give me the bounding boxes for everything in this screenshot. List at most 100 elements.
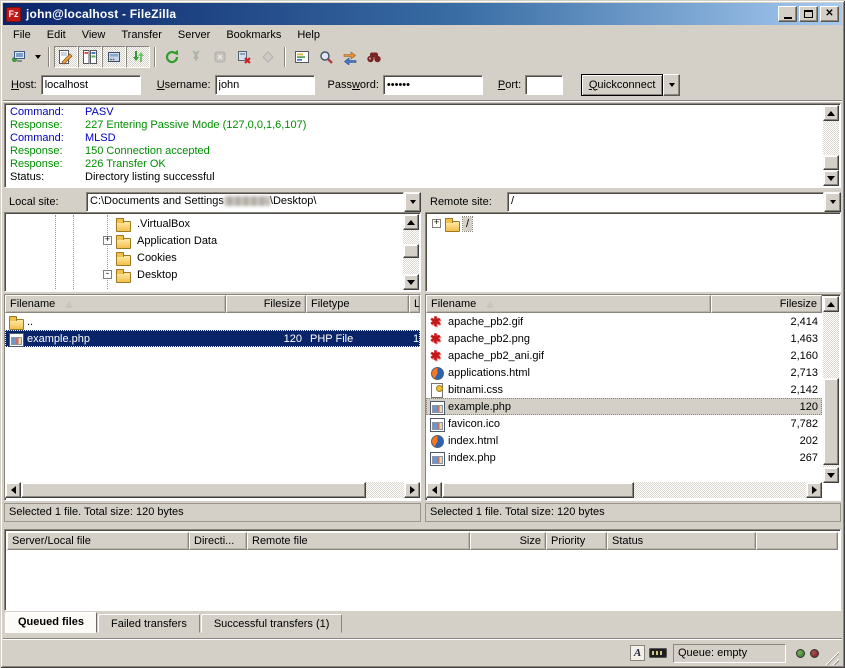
toggle-tree-views-button[interactable] <box>78 46 102 68</box>
username-input[interactable] <box>215 75 315 95</box>
process-queue-button[interactable] <box>184 46 208 68</box>
activity-led-green-icon <box>796 649 805 658</box>
refresh-button[interactable] <box>160 46 184 68</box>
expander-icon[interactable]: + <box>103 236 112 245</box>
menu-bookmarks[interactable]: Bookmarks <box>218 28 289 42</box>
tree-item-cookies[interactable]: Cookies <box>7 249 402 266</box>
local-tree: .VirtualBox + Application Data Cookies -… <box>4 212 421 292</box>
filter-button[interactable] <box>290 46 314 68</box>
scrollbar-thumb[interactable] <box>823 378 839 465</box>
queue-column-direction[interactable]: Directi... <box>189 532 247 550</box>
scrollbar-thumb[interactable] <box>21 482 366 498</box>
refresh-icon <box>164 49 180 65</box>
local-file-list: Filename Filesize Filetype L .. example.… <box>4 294 421 501</box>
reconnect-button[interactable] <box>256 46 280 68</box>
toggle-message-log-button[interactable] <box>54 46 78 68</box>
toggle-queue-button[interactable] <box>126 46 150 68</box>
scrollbar-thumb[interactable] <box>442 482 634 498</box>
speed-limits-icon[interactable] <box>649 648 667 658</box>
queue-column-priority[interactable]: Priority <box>546 532 607 550</box>
expander-icon[interactable]: + <box>432 219 441 228</box>
queue-column-server-local[interactable]: Server/Local file <box>7 532 189 550</box>
message-log-icon <box>58 49 74 65</box>
queue-column-status[interactable]: Status <box>607 532 756 550</box>
column-header-filename[interactable]: Filename <box>5 295 226 313</box>
apache-feather-icon <box>430 315 446 329</box>
folder-icon <box>116 217 132 231</box>
expander-icon[interactable]: - <box>103 270 112 279</box>
remote-horizontal-scrollbar[interactable] <box>426 482 822 498</box>
remote-site-combobox[interactable]: / <box>507 192 841 212</box>
quickconnect-dropdown[interactable] <box>663 74 680 96</box>
menu-server[interactable]: Server <box>170 28 218 42</box>
remote-site-dropdown[interactable] <box>824 192 841 212</box>
scrollbar-thumb[interactable] <box>403 244 419 258</box>
php-file-icon <box>430 400 446 414</box>
table-row-selected[interactable]: example.php120 <box>426 398 822 415</box>
table-row[interactable]: applications.html2,713 <box>426 364 822 381</box>
menu-view[interactable]: View <box>74 28 114 42</box>
table-row[interactable]: apache_pb2.gif2,414 <box>426 313 822 330</box>
cancel-button[interactable] <box>208 46 232 68</box>
queue-column-remote-file[interactable]: Remote file <box>247 532 470 550</box>
column-header-last-modified[interactable]: L <box>409 295 420 313</box>
host-input[interactable] <box>41 75 141 95</box>
table-row[interactable]: index.php267 <box>426 449 822 466</box>
menu-help[interactable]: Help <box>289 28 328 42</box>
menu-edit[interactable]: Edit <box>39 28 74 42</box>
site-manager-dropdown[interactable] <box>31 46 44 68</box>
local-site-dropdown[interactable] <box>404 192 421 212</box>
port-input[interactable] <box>525 75 563 95</box>
table-row-updir[interactable]: .. <box>5 313 420 330</box>
scrollbar-thumb[interactable] <box>823 155 839 170</box>
divider <box>3 100 842 102</box>
tree-item-virtualbox[interactable]: .VirtualBox <box>7 215 402 232</box>
site-manager-button[interactable] <box>7 46 31 68</box>
tab-failed-transfers[interactable]: Failed transfers <box>98 614 200 633</box>
synchronized-browsing-button[interactable] <box>338 46 362 68</box>
tree-item-root[interactable]: + / <box>428 215 838 232</box>
tree-item-desktop[interactable]: - Desktop <box>7 266 402 283</box>
column-header-filetype[interactable]: Filetype <box>306 295 409 313</box>
local-horizontal-scrollbar[interactable] <box>5 482 420 498</box>
transfer-type-indicator-icon[interactable]: A <box>630 645 645 661</box>
table-row[interactable]: apache_pb2_ani.gif2,160 <box>426 347 822 364</box>
remote-vertical-scrollbar[interactable] <box>823 296 839 483</box>
find-files-button[interactable] <box>362 46 386 68</box>
maximize-button[interactable] <box>799 6 818 22</box>
minimize-button[interactable] <box>778 6 797 22</box>
tree-item-application-data[interactable]: + Application Data <box>7 232 402 249</box>
table-row-selected[interactable]: example.php 120 PHP File 1 <box>5 330 420 347</box>
magnifier-icon <box>318 49 334 65</box>
tab-queued-files[interactable]: Queued files <box>5 612 97 633</box>
folder-icon <box>116 268 132 282</box>
password-input[interactable] <box>383 75 483 95</box>
remote-site-path[interactable]: / <box>507 192 824 212</box>
column-header-filename[interactable]: Filename <box>426 295 711 313</box>
css-file-icon <box>430 383 446 397</box>
menu-transfer[interactable]: Transfer <box>113 28 170 42</box>
tab-successful-transfers[interactable]: Successful transfers (1) <box>201 614 343 633</box>
chevron-down-icon <box>35 55 41 62</box>
table-row[interactable]: favicon.ico7,782 <box>426 415 822 432</box>
table-row[interactable]: index.html202 <box>426 432 822 449</box>
firefox-html-icon <box>430 366 446 380</box>
resize-grip[interactable] <box>825 651 839 665</box>
column-header-filesize[interactable]: Filesize <box>226 295 306 313</box>
table-row[interactable]: apache_pb2.png1,463 <box>426 330 822 347</box>
local-site-combobox[interactable]: C:\Documents and Settings\Desktop\ <box>86 192 421 212</box>
directory-comparison-button[interactable] <box>314 46 338 68</box>
quickconnect-button[interactable]: Quickconnect <box>581 74 663 96</box>
queue-column-size[interactable]: Size <box>470 532 546 550</box>
local-site-path[interactable]: C:\Documents and Settings\Desktop\ <box>86 192 404 212</box>
local-tree-scrollbar[interactable] <box>403 214 419 290</box>
menu-file[interactable]: File <box>5 28 39 42</box>
close-button[interactable]: ✕ <box>820 6 839 22</box>
toggle-directory-listing-button[interactable] <box>102 46 126 68</box>
disconnect-button[interactable] <box>232 46 256 68</box>
log-line: Command:MLSD <box>7 132 822 145</box>
log-scrollbar[interactable] <box>823 105 839 186</box>
apache-feather-icon <box>430 349 446 363</box>
table-row[interactable]: bitnami.css2,142 <box>426 381 822 398</box>
column-header-filesize[interactable]: Filesize <box>711 295 822 313</box>
